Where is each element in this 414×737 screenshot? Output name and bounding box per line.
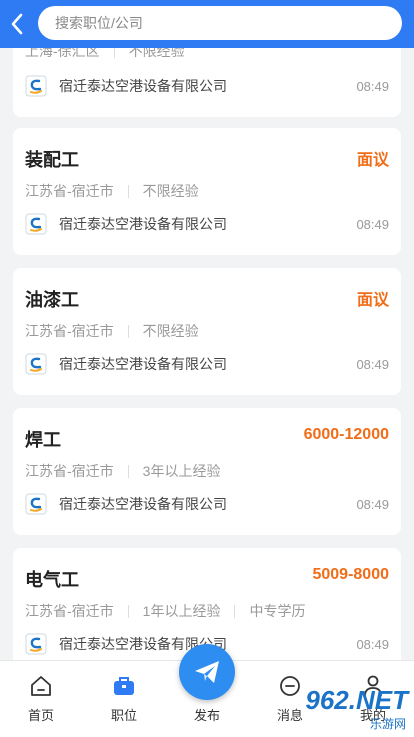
watermark-sub: 乐游网	[369, 717, 406, 731]
company-row: 宿迁泰达空港设备有限公司	[25, 353, 227, 375]
search-input[interactable]: 搜索职位/公司	[38, 6, 402, 40]
job-meta: 江苏省-宿迁市 不限经验	[25, 321, 199, 341]
job-salary: 面议	[356, 292, 389, 309]
post-time: 08:49	[356, 217, 389, 232]
job-title: 装配工	[25, 150, 79, 170]
meta-divider	[127, 184, 129, 198]
top-bar: 搜索职位/公司	[0, 0, 414, 48]
post-time: 08:49	[356, 357, 389, 372]
company-logo-icon	[25, 493, 47, 515]
tab-home-label: 首页	[27, 708, 54, 723]
job-title: 油漆工	[25, 290, 79, 310]
search-placeholder: 搜索职位/公司	[55, 15, 143, 31]
meta-divider	[127, 604, 129, 618]
company-logo-icon	[25, 75, 47, 97]
job-title: 电气工	[25, 570, 79, 590]
job-title: 焊工	[25, 430, 61, 450]
job-card[interactable]: 装配工 面议 江苏省-宿迁市 不限经验 宿迁泰达空港设备有限公司 08:49	[13, 128, 401, 255]
job-meta: 江苏省-宿迁市 3年以上经验	[25, 461, 220, 481]
tab-jobs[interactable]: 职位	[94, 661, 154, 737]
job-meta: 江苏省-宿迁市 1年以上经验 中专学历	[25, 601, 305, 621]
company-logo-icon	[25, 353, 47, 375]
tab-publish-label: 发布	[193, 708, 220, 723]
company-name: 宿迁泰达空港设备有限公司	[59, 356, 227, 372]
job-card[interactable]: 油漆工 面议 江苏省-宿迁市 不限经验 宿迁泰达空港设备有限公司 08:49	[13, 268, 401, 395]
post-time: 08:49	[356, 79, 389, 94]
briefcase-icon	[114, 677, 134, 695]
tab-home[interactable]: 首页	[11, 661, 71, 737]
company-row: 宿迁泰达空港设备有限公司	[25, 75, 227, 97]
meta-divider	[127, 324, 129, 338]
company-row: 宿迁泰达空港设备有限公司	[25, 493, 227, 515]
home-icon	[31, 676, 51, 696]
job-location: 江苏省-宿迁市	[25, 603, 114, 619]
job-location: 江苏省-宿迁市	[25, 323, 114, 339]
job-location: 江苏省-宿迁市	[25, 183, 114, 199]
message-icon	[280, 676, 300, 696]
company-name: 宿迁泰达空港设备有限公司	[59, 496, 227, 512]
job-experience: 不限经验	[142, 323, 199, 339]
publish-button[interactable]	[179, 644, 235, 700]
company-row: 宿迁泰达空港设备有限公司	[25, 213, 227, 235]
job-experience: 1年以上经验	[142, 603, 221, 619]
job-salary: 面议	[356, 152, 389, 169]
company-logo-icon	[25, 633, 47, 655]
company-name: 宿迁泰达空港设备有限公司	[59, 216, 227, 232]
meta-divider	[234, 604, 236, 618]
company-name: 宿迁泰达空港设备有限公司	[59, 78, 227, 94]
job-salary: 5009-8000	[312, 566, 389, 583]
tab-jobs-label: 职位	[110, 708, 137, 723]
job-experience: 3年以上经验	[142, 463, 221, 479]
job-experience: 不限经验	[142, 183, 199, 199]
back-button[interactable]	[6, 10, 28, 38]
job-location: 江苏省-宿迁市	[25, 463, 114, 479]
job-list[interactable]: 上海-徐汇区 不限经验 宿迁泰达空港设备有限公司 08:49 装配工 面议 江苏…	[0, 0, 414, 660]
post-time: 08:49	[356, 637, 389, 652]
company-logo-icon	[25, 213, 47, 235]
watermark-brand: 962.NET	[305, 685, 408, 715]
job-education: 中专学历	[249, 603, 306, 619]
job-salary: 6000-12000	[303, 426, 389, 443]
job-card[interactable]: 焊工 6000-12000 江苏省-宿迁市 3年以上经验 宿迁泰达空港设备有限公…	[13, 408, 401, 535]
chevron-left-icon	[11, 13, 23, 35]
paper-plane-icon	[195, 661, 219, 683]
post-time: 08:49	[356, 497, 389, 512]
job-meta: 江苏省-宿迁市 不限经验	[25, 181, 199, 201]
watermark: 962.NET 乐游网	[305, 685, 408, 731]
meta-divider	[127, 464, 129, 478]
